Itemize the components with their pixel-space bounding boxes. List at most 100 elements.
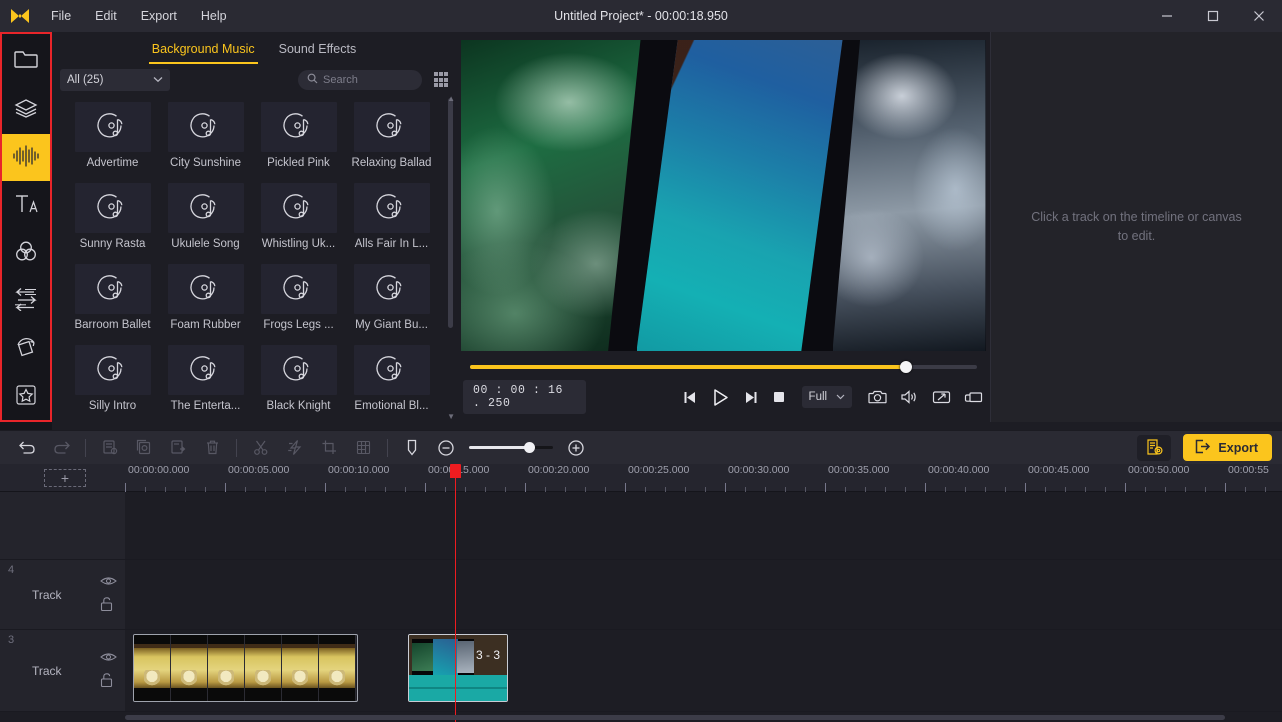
clip-video-part: 3 - 3 xyxy=(409,635,507,675)
thumb-green-pane xyxy=(412,643,434,671)
crop-button[interactable] xyxy=(312,435,346,461)
table-row[interactable] xyxy=(133,634,358,702)
list-item[interactable]: Relaxing Ballad xyxy=(345,102,438,183)
sidebar-item-transitions[interactable] xyxy=(2,277,50,325)
ruler-tick xyxy=(825,483,826,492)
list-item[interactable]: My Giant Bu... xyxy=(345,264,438,345)
list-item[interactable]: Foam Rubber xyxy=(159,264,252,345)
step-backward-icon[interactable] xyxy=(682,390,698,405)
clip-selected[interactable]: 3 - 3 xyxy=(408,634,508,702)
stop-icon[interactable] xyxy=(772,390,786,404)
track-header-4[interactable]: 4 Track xyxy=(0,560,125,630)
list-item[interactable]: Alls Fair In L... xyxy=(345,183,438,264)
grid-view-icon[interactable] xyxy=(434,72,450,88)
list-item[interactable]: Whistling Uk... xyxy=(252,183,345,264)
zoom-in-button[interactable] xyxy=(559,435,593,461)
music-note-icon xyxy=(167,264,244,314)
seek-bar[interactable] xyxy=(469,361,977,373)
search-icon xyxy=(307,73,318,87)
zoom-slider-handle[interactable] xyxy=(524,442,536,453)
list-item[interactable]: Advertime xyxy=(66,102,159,183)
category-select[interactable]: All (25) xyxy=(60,69,170,91)
sidebar-item-titles[interactable] xyxy=(2,181,50,229)
video-canvas[interactable] xyxy=(460,40,986,351)
menu-file[interactable]: File xyxy=(40,5,82,27)
toolbar-right-group: Export xyxy=(1137,434,1272,461)
tab-sound-effects[interactable]: Sound Effects xyxy=(276,42,360,64)
track-body-empty[interactable] xyxy=(125,492,1282,560)
list-item[interactable]: Frogs Legs ... xyxy=(252,264,345,345)
music-note-icon xyxy=(260,102,337,152)
speed-button[interactable] xyxy=(278,435,312,461)
list-item[interactable]: Black Knight xyxy=(252,345,345,422)
step-forward-icon[interactable] xyxy=(743,390,759,405)
minimize-icon[interactable] xyxy=(1144,0,1190,32)
list-item[interactable]: Silly Intro xyxy=(66,345,159,422)
list-item[interactable]: Pickled Pink xyxy=(252,102,345,183)
delete-button[interactable] xyxy=(195,435,229,461)
list-item-label: My Giant Bu... xyxy=(355,319,428,331)
music-note-icon xyxy=(260,345,337,395)
split-button[interactable] xyxy=(244,435,278,461)
play-icon[interactable] xyxy=(711,388,730,407)
list-item[interactable]: Emotional Bl... xyxy=(345,345,438,422)
sidebar-item-elements[interactable] xyxy=(2,325,50,373)
expand-icon[interactable] xyxy=(932,389,951,405)
zoom-out-button[interactable] xyxy=(429,435,463,461)
list-item[interactable]: Sunny Rasta xyxy=(66,183,159,264)
menu-help[interactable]: Help xyxy=(190,5,238,27)
pop-out-icon[interactable] xyxy=(964,389,983,405)
unlock-icon[interactable] xyxy=(100,672,117,690)
tab-background-music[interactable]: Background Music xyxy=(148,42,258,64)
sidebar-item-filters[interactable] xyxy=(2,229,50,277)
eye-icon[interactable] xyxy=(100,651,117,665)
search-input[interactable] xyxy=(323,74,409,86)
library-scrollbar[interactable] xyxy=(448,98,453,328)
timeline-ruler[interactable]: + 00:00:00.000 00:00:05.000 00:00:10.000 00… xyxy=(0,464,1282,492)
undo-button[interactable] xyxy=(10,435,44,461)
marker-button[interactable] xyxy=(395,435,429,461)
sidebar-item-audio[interactable] xyxy=(2,133,50,182)
search-box[interactable] xyxy=(298,70,422,90)
track-header-3[interactable]: 3 Track xyxy=(0,630,125,712)
speaker-icon[interactable] xyxy=(900,389,919,405)
mosaic-button[interactable] xyxy=(346,435,380,461)
copy-properties-button[interactable] xyxy=(93,435,127,461)
menu-export[interactable]: Export xyxy=(130,5,188,27)
maximize-icon[interactable] xyxy=(1190,0,1236,32)
playhead-handle[interactable] xyxy=(450,464,461,478)
sidebar-item-favorites[interactable] xyxy=(2,372,50,420)
track-header-empty[interactable] xyxy=(0,492,125,560)
paste-properties-button[interactable] xyxy=(161,435,195,461)
track-body-4[interactable] xyxy=(125,560,1282,630)
scroll-down-icon[interactable]: ▼ xyxy=(447,412,455,421)
sidebar-item-media[interactable] xyxy=(2,38,50,86)
quality-select[interactable]: Full xyxy=(801,386,852,408)
list-item-label: Emotional Bl... xyxy=(354,400,429,412)
unlock-icon[interactable] xyxy=(100,596,117,614)
menu-edit[interactable]: Edit xyxy=(84,5,128,27)
close-icon[interactable] xyxy=(1236,0,1282,32)
timeline-horizontal-scrollbar[interactable] xyxy=(125,715,1225,720)
list-item[interactable]: The Enterta... xyxy=(159,345,252,422)
sidebar-item-layers[interactable] xyxy=(2,86,50,134)
camera-icon[interactable] xyxy=(868,389,887,405)
toolbar-divider xyxy=(387,438,388,457)
list-item[interactable]: City Sunshine xyxy=(159,102,252,183)
scroll-up-icon[interactable]: ▲ xyxy=(447,96,455,103)
current-timecode: 00 : 00 : 16 . 250 xyxy=(463,380,586,414)
redo-button[interactable] xyxy=(44,435,78,461)
ruler-marks: 00:00:00.000 00:00:05.000 00:00:10.000 00:0… xyxy=(125,464,1282,492)
list-item[interactable]: Barroom Ballet xyxy=(66,264,159,345)
render-preview-button[interactable] xyxy=(1137,434,1172,461)
eye-icon[interactable] xyxy=(100,575,117,589)
add-track-button[interactable]: + xyxy=(44,469,86,487)
seek-handle[interactable] xyxy=(899,361,912,373)
playhead[interactable] xyxy=(450,464,461,722)
duplicate-button[interactable] xyxy=(127,435,161,461)
timeline-zoom-slider[interactable] xyxy=(469,442,553,453)
canvas-pane-grey xyxy=(832,40,986,351)
list-item[interactable]: Ukulele Song xyxy=(159,183,252,264)
export-button[interactable]: Export xyxy=(1183,434,1272,461)
track-body-3[interactable]: 3 - 3 xyxy=(125,630,1282,712)
